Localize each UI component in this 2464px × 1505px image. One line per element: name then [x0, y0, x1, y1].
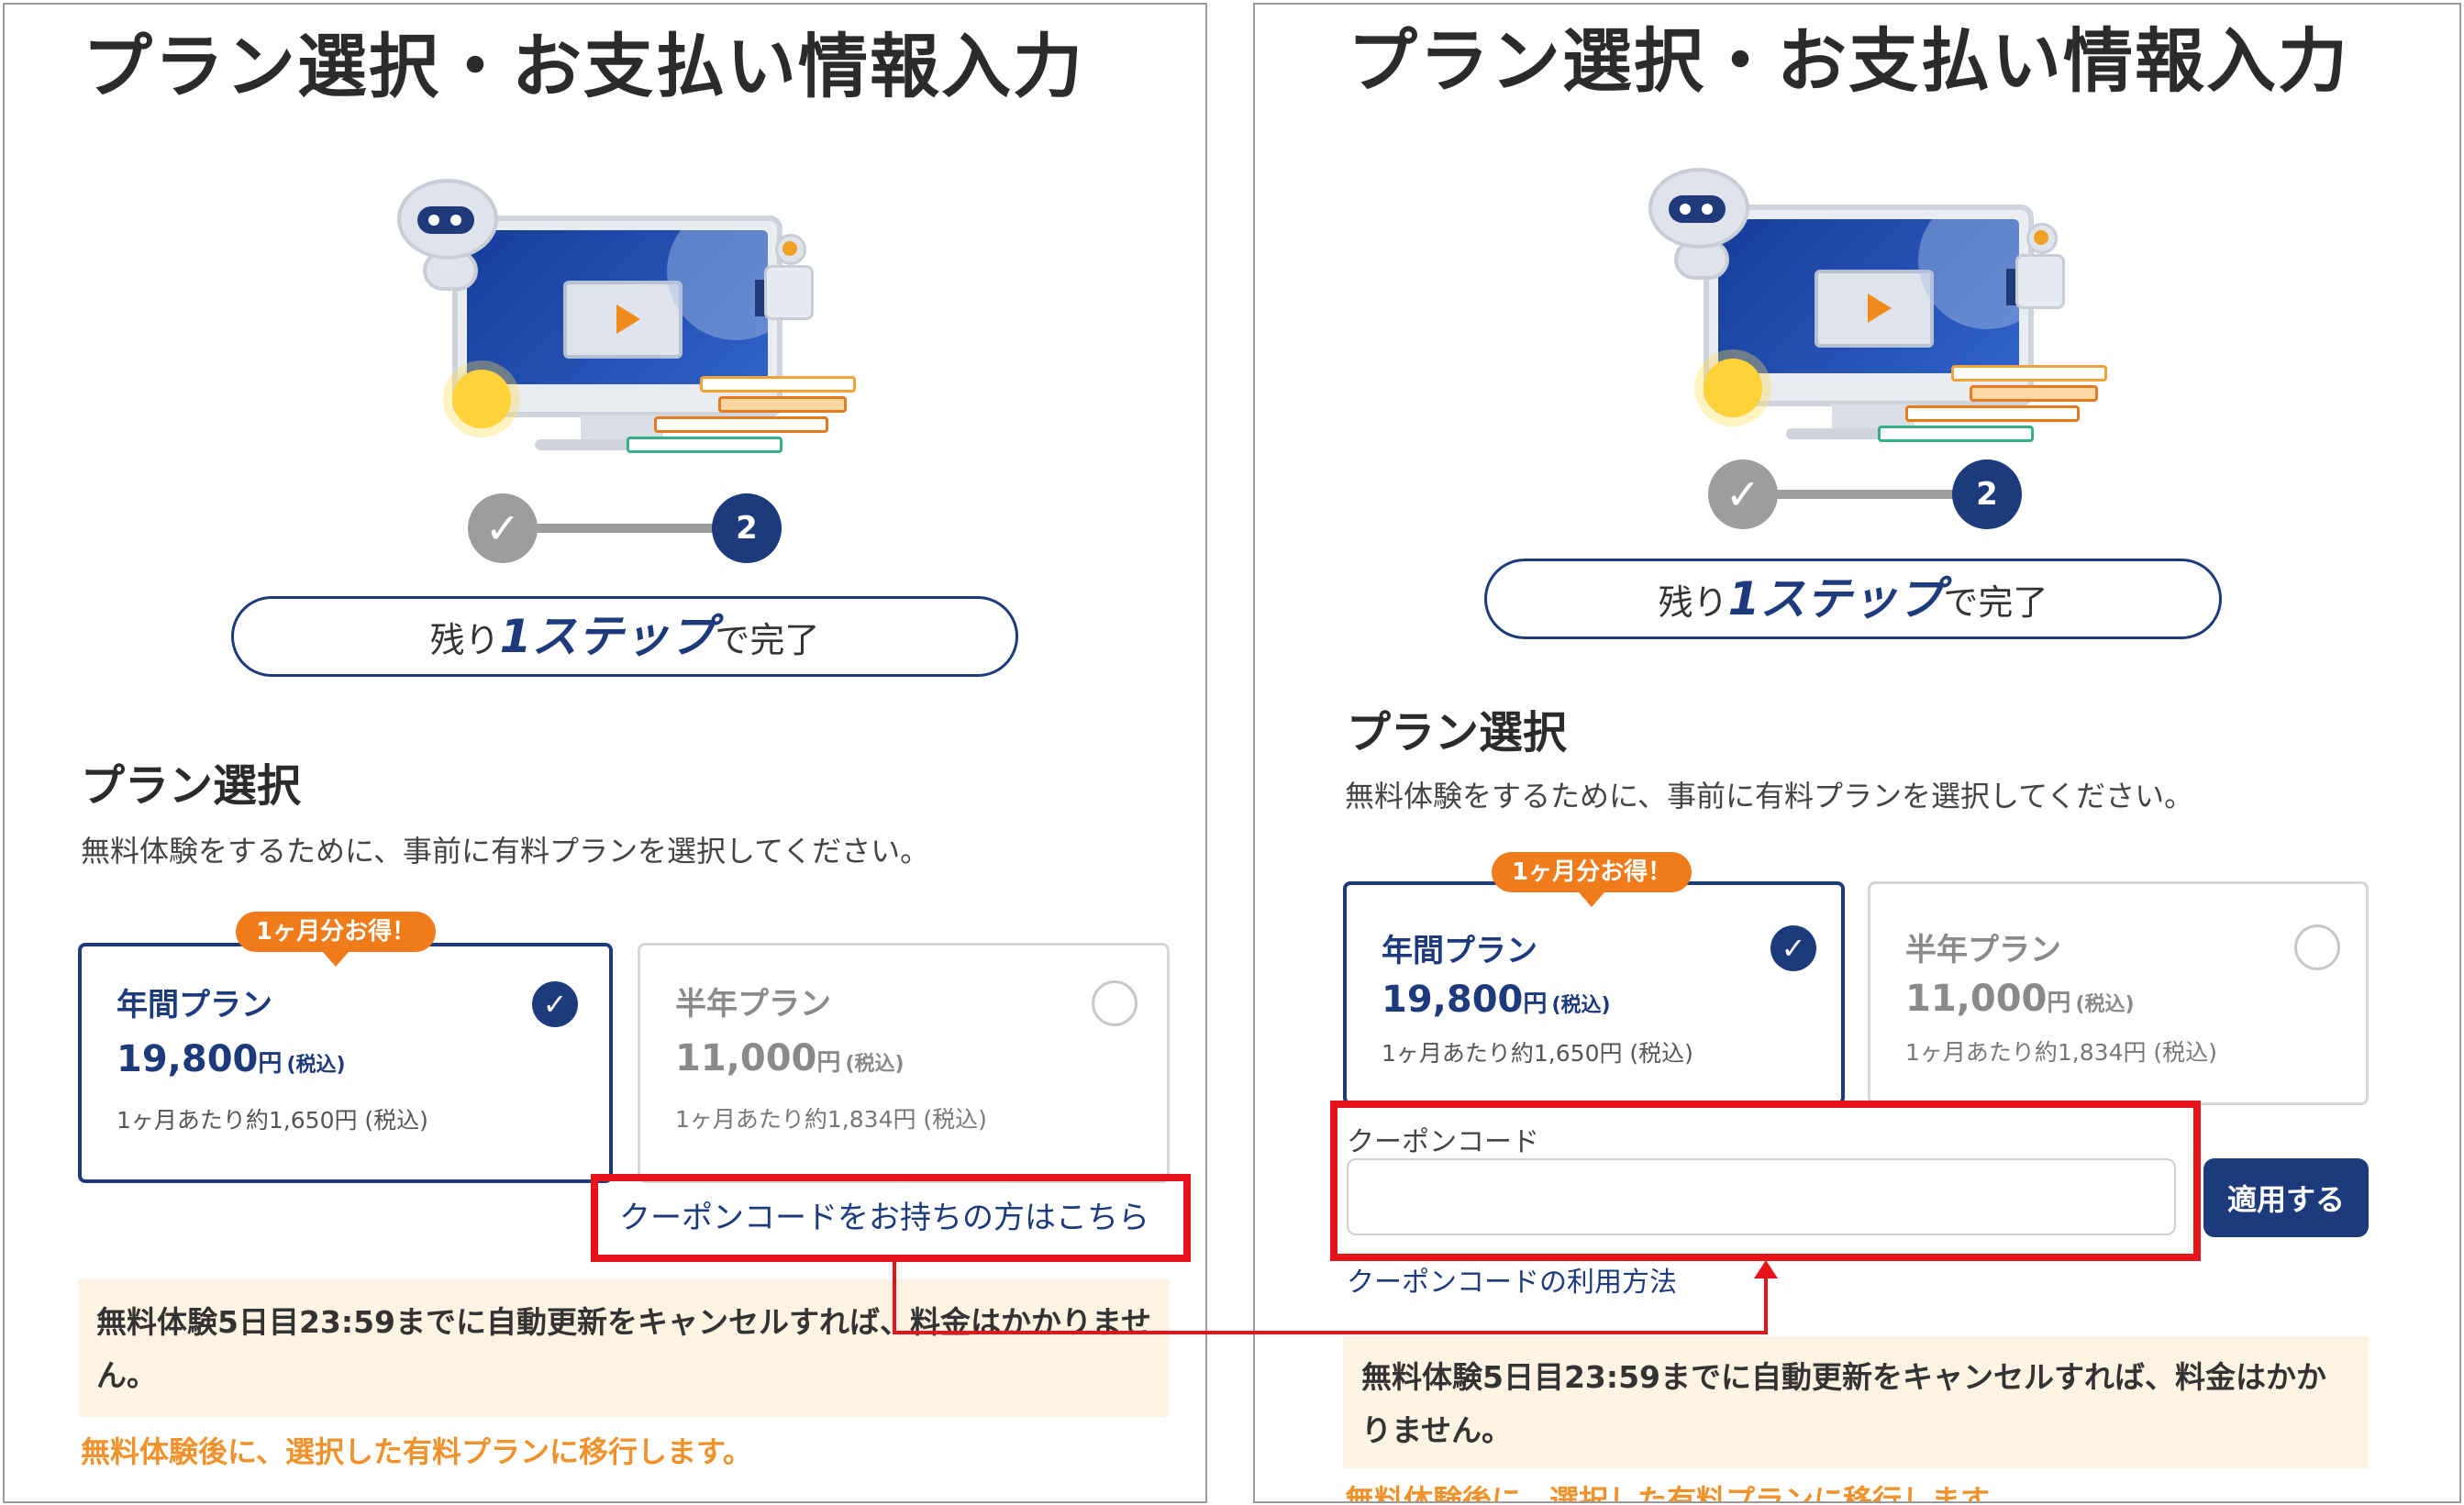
step-2-indicator: 2: [712, 493, 782, 563]
progress-stepper: ✓ 2: [1708, 459, 2022, 533]
remaining-prefix: 残り: [1658, 582, 1728, 623]
plan-name: 半年プラン: [675, 986, 831, 1023]
hero-illustration: [1648, 168, 2107, 470]
plan-section-description: 無料体験をするために、事前に有料プランを選択してください。: [1345, 779, 2194, 813]
step-1-check-icon: ✓: [468, 493, 538, 563]
plan-card-annual[interactable]: 年間プラン 19,800円 (税込) 1ヶ月あたり約1,650円 (税込) ✓: [78, 943, 613, 1183]
lightbulb-icon: [1704, 359, 1762, 417]
highlight-coupon-link: [591, 1174, 1191, 1262]
step-2-indicator: 2: [1952, 459, 2022, 529]
robot-icon: [397, 179, 498, 291]
notice-text: 無料体験5日目23:59までに自動更新をキャンセルすれば、料金はかかりません。: [96, 1304, 1152, 1393]
remaining-steps-banner: 残り1ステップで完了: [1484, 559, 2222, 639]
robot-figure-icon: [2006, 223, 2070, 324]
plan-price: 11,000円 (税込): [675, 1037, 905, 1079]
migrate-notice: 無料体験後に、選択した有料プランに移行します。: [81, 1434, 752, 1469]
remaining-emphasis: 1ステップ: [499, 610, 716, 663]
plan-price: 19,800円 (税込): [1382, 979, 1611, 1021]
plan-monthly-price: 1ヶ月あたり約1,650円 (税込): [117, 1107, 428, 1134]
coupon-usage-link[interactable]: クーポンコードの利用方法: [1347, 1259, 1677, 1300]
plan-card-annual[interactable]: 年間プラン 19,800円 (税込) 1ヶ月あたり約1,650円 (税込) ✓: [1343, 881, 1845, 1105]
selected-check-icon: ✓: [532, 981, 578, 1027]
selected-check-icon: ✓: [1770, 925, 1816, 971]
free-trial-notice: 無料体験5日目23:59までに自動更新をキャンセルすれば、料金はかかりません。: [1343, 1336, 2369, 1468]
plan-monthly-price: 1ヶ月あたり約1,834円 (税込): [1905, 1039, 2217, 1066]
plan-price: 19,800円 (税込): [117, 1038, 346, 1080]
lightbulb-icon: [452, 370, 511, 428]
plan-monthly-price: 1ヶ月あたり約1,834円 (税込): [675, 1106, 987, 1133]
hero-illustration: [397, 179, 856, 481]
notice-text: 無料体験5日目23:59までに自動更新をキャンセルすれば、料金はかかりません。: [1361, 1359, 2327, 1448]
remaining-suffix: で完了: [1943, 582, 2048, 623]
plan-name: 年間プラン: [1382, 933, 1537, 969]
step-1-check-icon: ✓: [1708, 459, 1778, 529]
robot-figure-icon: [755, 234, 819, 335]
remaining-steps-banner: 残り1ステップで完了: [231, 596, 1018, 677]
plan-price: 11,000円 (税込): [1905, 978, 2135, 1020]
radio-unchecked-icon[interactable]: [2294, 924, 2340, 970]
plan-section-description: 無料体験をするために、事前に有料プランを選択してください。: [81, 834, 930, 869]
discount-badge: 1ヶ月分お得！: [236, 912, 437, 967]
plan-monthly-price: 1ヶ月あたり約1,650円 (税込): [1382, 1040, 1693, 1067]
play-icon: [1868, 293, 1892, 323]
apply-coupon-button[interactable]: 適用する: [2203, 1158, 2369, 1237]
highlight-coupon-form: [1330, 1101, 2201, 1261]
plan-section-title: プラン選択: [1347, 707, 1568, 758]
robot-icon: [1648, 168, 1749, 280]
video-player-icon: [1815, 270, 1934, 348]
plan-card-half-year[interactable]: 半年プラン 11,000円 (税込) 1ヶ月あたり約1,834円 (税込): [1868, 881, 2369, 1105]
step-connector: [536, 524, 719, 533]
plan-section-title: プラン選択: [81, 760, 302, 812]
step-connector: [1776, 490, 1959, 499]
before-panel: プラン選択・お支払い情報入力 ✓ 2 残り1ステップで完了 プラン選択 無料体験…: [3, 3, 1207, 1503]
plan-card-half-year[interactable]: 半年プラン 11,000円 (税込) 1ヶ月あたり約1,834円 (税込): [638, 943, 1170, 1183]
remaining-prefix: 残り: [429, 620, 500, 660]
plan-name: 年間プラン: [117, 987, 272, 1024]
page-title: プラン選択・お支払い情報入力: [83, 26, 1084, 107]
after-panel: プラン選択・お支払い情報入力 ✓ 2 残り1ステップで完了 プラン選択 無料体験…: [1253, 3, 2461, 1503]
radio-unchecked-icon[interactable]: [1092, 980, 1138, 1026]
books-icon: [627, 376, 856, 459]
progress-stepper: ✓ 2: [468, 493, 782, 567]
plan-name: 半年プラン: [1905, 932, 2061, 968]
discount-badge: 1ヶ月分お得！: [1492, 852, 1693, 907]
free-trial-notice: 無料体験5日目23:59までに自動更新をキャンセルすれば、料金はかかりません。: [78, 1279, 1170, 1417]
play-icon: [616, 304, 640, 334]
remaining-emphasis: 1ステップ: [1727, 572, 1944, 625]
remaining-suffix: で完了: [715, 620, 820, 660]
migrate-notice: 無料体験後に、選択した有料プランに移行します。: [1345, 1483, 2016, 1503]
books-icon: [1878, 365, 2107, 448]
video-player-icon: [563, 281, 683, 359]
page-title: プラン選択・お支払い情報入力: [1348, 20, 2349, 102]
